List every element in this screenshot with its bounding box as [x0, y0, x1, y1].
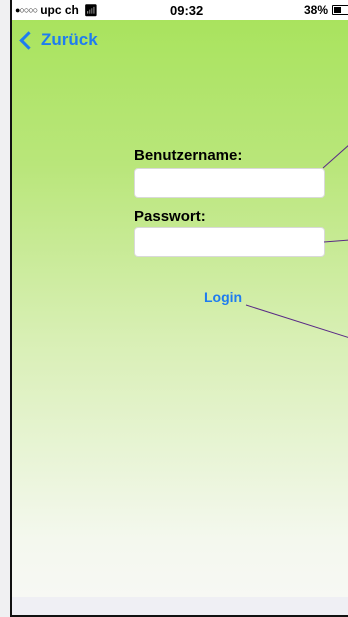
- password-label: Passwort:: [134, 208, 206, 225]
- battery-percent: 38%: [304, 3, 329, 17]
- battery-fill: [334, 7, 342, 13]
- battery-icon: [332, 5, 348, 15]
- wifi-icon: 📶︎: [83, 4, 98, 17]
- back-button-label: Zurück: [41, 30, 98, 49]
- signal-strength-icon: ●○○○○: [15, 5, 38, 15]
- username-label: Benutzername:: [134, 147, 243, 164]
- status-bar: ●○○○○ upc ch 📶︎ 09:32 38%: [12, 0, 348, 20]
- back-button[interactable]: Zurück: [19, 30, 98, 50]
- status-right: 38%: [304, 3, 348, 17]
- login-button[interactable]: Login: [204, 289, 242, 305]
- status-left: ●○○○○ upc ch 📶︎: [15, 3, 98, 17]
- password-field[interactable]: [134, 227, 325, 257]
- carrier-name: upc ch: [40, 3, 79, 17]
- username-field[interactable]: [134, 168, 325, 198]
- chevron-left-icon: [19, 30, 38, 50]
- status-time: 09:32: [170, 3, 204, 18]
- screen: ●○○○○ upc ch 📶︎ 09:32 38% Zurück Benutze…: [0, 0, 348, 617]
- phone-frame: ●○○○○ upc ch 📶︎ 09:32 38% Zurück Benutze…: [10, 0, 348, 617]
- bottom-bar: [12, 597, 348, 615]
- login-content: [12, 20, 348, 597]
